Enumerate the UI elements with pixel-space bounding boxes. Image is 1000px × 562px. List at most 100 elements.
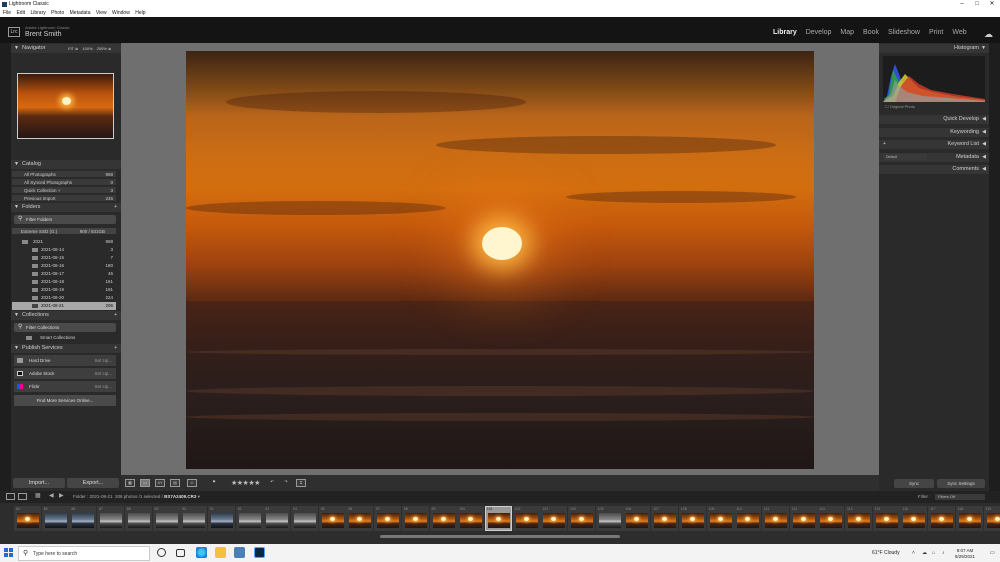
rotate-left-icon[interactable]: ↶ [267,479,277,487]
filmstrip-thumbnail[interactable]: 103 [540,506,568,531]
filmstrip-thumbnail[interactable]: 87 [97,506,125,531]
zoom-fit[interactable]: FIT ≑ [68,46,78,51]
filmstrip-thumbnail[interactable]: 96 [346,506,374,531]
people-view-icon[interactable]: ☺ [187,479,197,487]
filmstrip-thumbnail[interactable]: 111 [761,506,789,531]
star-rating[interactable]: ★★★★★ [231,479,260,487]
right-edge[interactable] [989,43,1000,491]
module-slideshow[interactable]: Slideshow [888,29,920,36]
keywording-header[interactable]: Keywording ◀ [879,128,989,137]
publish-setup[interactable]: Set Up... [94,355,112,366]
crop-overlay-icon[interactable]: ⌗ [296,479,306,487]
drive-row[interactable]: Extreme SSD (G:) 900 / 931GB [12,228,116,235]
close-button[interactable]: ✕ [985,0,999,9]
menu-edit[interactable]: Edit [16,10,25,16]
minimize-button[interactable]: – [955,0,969,9]
catalog-item[interactable]: Quick Collection + 3 [12,187,116,194]
filmstrip-thumbnail[interactable]: 117 [928,506,956,531]
module-map[interactable]: Map [840,29,854,36]
publish-header[interactable]: ▼ Publish Services + [11,344,121,353]
left-edge[interactable] [0,43,11,491]
loupe-view-icon[interactable]: ▭ [140,479,150,487]
module-book[interactable]: Book [863,29,879,36]
folder-item[interactable]: 2021-08-18 161 [12,278,116,286]
network-icon[interactable]: ⌂ [932,550,935,556]
filmstrip-thumbnail[interactable]: 100 [457,506,485,531]
taskbar-clock[interactable]: 9:07 AM 8/29/2021 [955,548,975,560]
zoom-100[interactable]: 100% [82,46,92,51]
module-print[interactable]: Print [929,29,943,36]
menu-view[interactable]: View [96,10,107,16]
filmstrip-thumbnail[interactable]: 107 [651,506,679,531]
catalog-item[interactable]: All Synced Photographs 0 [12,179,116,186]
rotate-right-icon[interactable]: ↷ [281,479,291,487]
folder-item[interactable]: 2021-08-14 3 [12,246,116,254]
filmstrip-thumbnail[interactable]: 86 [69,506,97,531]
original-photo-checkbox[interactable]: ☐ Original Photo [885,104,915,109]
edge-browser-icon[interactable] [196,547,207,558]
filter-folders-input[interactable]: ⚲ Filter Folders [14,215,116,224]
filmstrip-thumbnail[interactable]: 89 [152,506,180,531]
menu-window[interactable]: Window [112,10,130,16]
filmstrip-thumbnail[interactable]: 84 [14,506,41,531]
filmstrip-thumbnail[interactable]: 94 [291,506,318,531]
catalog-item[interactable]: Previous Import 245 [12,195,116,202]
filmstrip-thumbnail[interactable]: 97 [374,506,402,531]
windows-start-icon[interactable] [4,548,14,558]
filmstrip-thumbnail[interactable]: 113 [817,506,845,531]
zoom-200[interactable]: 200% ≑ [97,46,112,51]
maximize-button[interactable]: □ [970,0,984,9]
histogram[interactable] [883,56,985,102]
main-window-icon[interactable] [6,493,15,500]
folder-item[interactable]: 2021-08-19 191 [12,286,116,294]
filmstrip-thumbnail[interactable]: 101 [484,506,512,531]
filmstrip-thumbnail[interactable]: 105 [595,506,623,531]
menu-file[interactable]: File [3,10,11,16]
menu-library[interactable]: Library [30,10,45,16]
filmstrip-thumbnail[interactable]: 106 [623,506,651,531]
forward-arrow-icon[interactable]: ▶ [59,492,64,499]
folder-item[interactable]: 2021-08-17 46 [12,270,116,278]
publish-setup[interactable]: Set Up... [94,381,112,392]
cloud-sync-icon[interactable]: ☁ [984,29,993,40]
onedrive-icon[interactable]: ☁ [922,550,927,556]
filmstrip-thumbnail[interactable]: 93 [263,506,291,531]
folder-item-selected[interactable]: 2021-08-21 206 [12,302,116,310]
menu-metadata[interactable]: Metadata [70,10,91,16]
filmstrip-thumbnail[interactable]: 98 [401,506,429,531]
weather-widget[interactable]: 61°F Cloudy [872,550,900,556]
quick-develop-header[interactable]: Quick Develop ◀ [879,115,989,124]
metadata-preset-select[interactable]: Default [883,154,927,160]
folder-item[interactable]: 2021-08-15 7 [12,254,116,262]
filmstrip-thumbnail[interactable]: 91 [207,506,235,531]
menu-photo[interactable]: Photo [51,10,64,16]
module-library[interactable]: Library [773,29,797,36]
lightroom-taskbar-icon[interactable] [254,547,265,558]
filter-collections-input[interactable]: ⚲ Filter Collections [14,323,116,332]
collections-header[interactable]: ▼ Collections + [11,311,121,320]
collection-item[interactable]: Smart Collections [12,334,116,342]
histogram-header[interactable]: Histogram ▼ [879,44,989,53]
add-publish-icon[interactable]: + [114,344,117,353]
filmstrip-source-info[interactable]: Folder : 2021-08-21 206 photos /1 select… [73,494,200,500]
filmstrip-thumbnail[interactable]: 118 [955,506,983,531]
filter-select[interactable]: Filters Off [935,494,985,500]
add-folder-icon[interactable]: + [114,203,117,212]
folder-item[interactable]: 2021-08-20 224 [12,294,116,302]
compare-view-icon[interactable]: XY [155,479,165,487]
filmstrip-thumbnail[interactable]: 85 [41,506,69,531]
task-view-icon[interactable] [176,549,185,557]
file-explorer-icon[interactable] [215,547,226,558]
publish-adobe-stock[interactable]: Adobe Stock Set Up... [14,368,116,379]
filmstrip-thumbnail[interactable]: 109 [706,506,734,531]
publish-setup[interactable]: Set Up... [94,368,112,379]
module-develop[interactable]: Develop [806,29,832,36]
add-collection-icon[interactable]: + [114,311,117,320]
catalog-header[interactable]: ▼ Catalog [11,160,121,169]
keyword-list-header[interactable]: + Keyword List ◀ [879,140,989,149]
sync-settings-button[interactable]: Sync Settings [937,479,985,488]
grid-view-icon[interactable]: ▦ [125,479,135,487]
filmstrip-thumbnail[interactable]: 108 [678,506,706,531]
find-more-services-button[interactable]: Find More Services Online... [14,395,116,406]
filmstrip-thumbnail[interactable]: 110 [734,506,762,531]
